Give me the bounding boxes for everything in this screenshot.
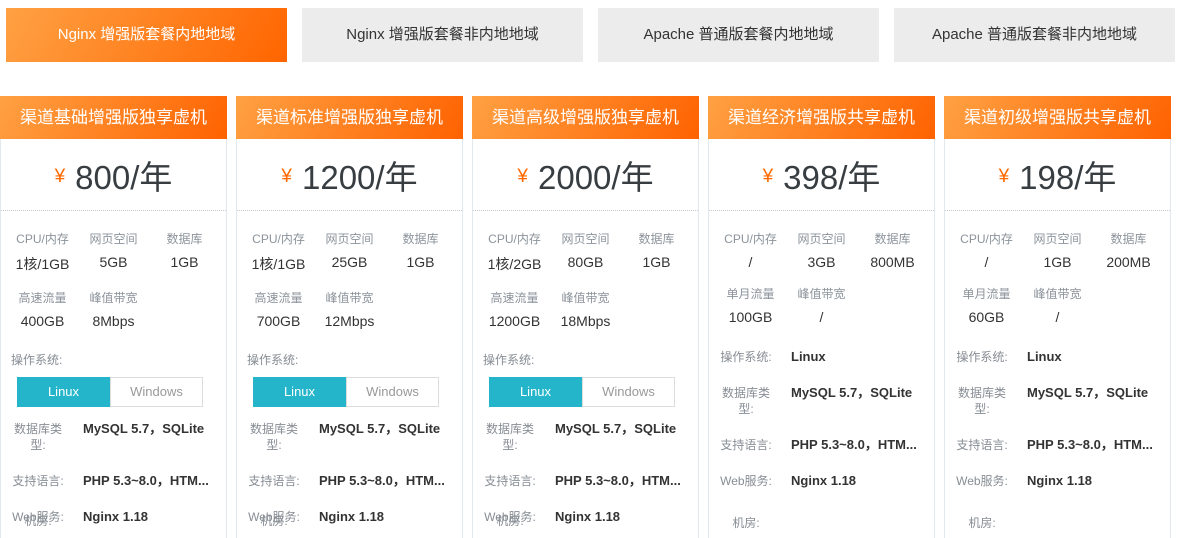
plan-title: 渠道初级增强版共享虚机 xyxy=(944,96,1171,139)
plan-price: ¥ 198/年 xyxy=(945,139,1170,211)
os-toggle-windows[interactable]: Windows xyxy=(346,377,439,407)
currency-symbol: ¥ xyxy=(517,166,528,188)
plan-card-entry: 渠道初级增强版共享虚机 ¥ 198/年 CPU/内存 / 网页空间 1GB 数据… xyxy=(944,96,1171,538)
currency-symbol: ¥ xyxy=(281,166,292,188)
os-toggle-linux[interactable]: Linux xyxy=(253,377,346,407)
tab-nginx-enhanced-mainland[interactable]: Nginx 增强版套餐内地地域 xyxy=(6,8,287,62)
detail-row-languages: 支持语言: PHP 5.3~8.0，HTM... xyxy=(237,473,462,489)
plan-title: 渠道高级增强版独享虚机 xyxy=(472,96,699,139)
detail-row-languages: 支持语言: PHP 5.3~8.0，HTM... xyxy=(473,473,698,489)
currency-symbol: ¥ xyxy=(999,166,1010,188)
spec-item: 网页空间 5GB xyxy=(78,215,149,274)
spec-item: 网页空间 25GB xyxy=(314,215,385,274)
price-value: 398/年 xyxy=(783,151,880,199)
spec-item: 高速流量 700GB xyxy=(243,274,314,329)
detail-row-languages: 支持语言: PHP 5.3~8.0，HTM... xyxy=(1,473,226,489)
spec-item: CPU/内存 1核/2GB xyxy=(479,215,550,274)
plan-price: ¥ 800/年 xyxy=(1,139,226,211)
spec-item: CPU/内存 1核/1GB xyxy=(243,215,314,274)
os-toggle-linux[interactable]: Linux xyxy=(17,377,110,407)
detail-row-database-type: 数据库类型: MySQL 5.7，SQLite xyxy=(945,385,1170,417)
detail-row-os: 操作系统: Linux xyxy=(945,349,1170,365)
pricing-page: Nginx 增强版套餐内地地域 Nginx 增强版套餐非内地地域 Apache … xyxy=(0,0,1179,538)
detail-row-languages: 支持语言: PHP 5.3~8.0，HTM... xyxy=(945,437,1170,453)
detail-row-web-service: Web服务: Nginx 1.18 xyxy=(945,473,1170,489)
plan-price: ¥ 1200/年 xyxy=(237,139,462,211)
plan-card-standard: 渠道标准增强版独享虚机 ¥ 1200/年 CPU/内存 1核/1GB 网页空间 … xyxy=(236,96,463,538)
spec-item: 高速流量 400GB xyxy=(7,274,78,329)
detail-row-languages: 支持语言: PHP 5.3~8.0，HTM... xyxy=(709,437,934,453)
detail-row-database-type: 数据库类型: MySQL 5.7，SQLite xyxy=(1,421,226,453)
spec-grid: CPU/内存 / 网页空间 3GB 数据库 800MB 单月流量 100GB 峰… xyxy=(709,211,934,331)
spec-grid: CPU/内存 1核/1GB 网页空间 25GB 数据库 1GB 高速流量 700… xyxy=(237,211,462,335)
spec-item: 数据库 200MB xyxy=(1093,215,1164,270)
spec-item: 峰值带宽 18Mbps xyxy=(550,274,621,329)
spec-item: 数据库 1GB xyxy=(149,215,220,274)
os-toggle-windows[interactable]: Windows xyxy=(110,377,203,407)
detail-row-os: 操作系统: Linux xyxy=(709,349,934,365)
spec-item: 峰值带宽 / xyxy=(786,270,857,325)
plan-price: ¥ 398/年 xyxy=(709,139,934,211)
spec-item: 数据库 1GB xyxy=(385,215,456,274)
spec-item: 单月流量 60GB xyxy=(951,270,1022,325)
spec-item: 网页空间 80GB xyxy=(550,215,621,274)
detail-row-datacenter: 机房: xyxy=(945,515,1170,531)
os-label: 操作系统: xyxy=(237,351,462,368)
spec-grid: CPU/内存 1核/1GB 网页空间 5GB 数据库 1GB 高速流量 400G… xyxy=(1,211,226,335)
detail-row-datacenter: 机房: xyxy=(709,515,934,531)
spec-item: CPU/内存 1核/1GB xyxy=(7,215,78,274)
os-toggle-linux[interactable]: Linux xyxy=(489,377,582,407)
plan-title: 渠道基础增强版独享虚机 xyxy=(0,96,227,139)
spec-item: 峰值带宽 8Mbps xyxy=(78,274,149,329)
os-toggle: Linux Windows xyxy=(253,377,439,407)
currency-symbol: ¥ xyxy=(763,166,774,188)
spec-item: 网页空间 1GB xyxy=(1022,215,1093,270)
detail-row-database-type: 数据库类型: MySQL 5.7，SQLite xyxy=(237,421,462,453)
spec-item: 网页空间 3GB xyxy=(786,215,857,270)
price-value: 2000/年 xyxy=(538,151,654,199)
detail-row-database-type: 数据库类型: MySQL 5.7，SQLite xyxy=(473,421,698,453)
os-toggle: Linux Windows xyxy=(17,377,203,407)
plan-price: ¥ 2000/年 xyxy=(473,139,698,211)
plan-title: 渠道标准增强版独享虚机 xyxy=(236,96,463,139)
spec-item: 单月流量 100GB xyxy=(715,270,786,325)
pricing-tabs: Nginx 增强版套餐内地地域 Nginx 增强版套餐非内地地域 Apache … xyxy=(0,0,1179,62)
plan-card-advanced: 渠道高级增强版独享虚机 ¥ 2000/年 CPU/内存 1核/2GB 网页空间 … xyxy=(472,96,699,538)
tab-apache-standard-nonmainland[interactable]: Apache 普通版套餐非内地地域 xyxy=(894,8,1175,62)
price-value: 1200/年 xyxy=(302,151,418,199)
os-label: 操作系统: xyxy=(473,351,698,368)
os-toggle-windows[interactable]: Windows xyxy=(582,377,675,407)
spec-grid: CPU/内存 / 网页空间 1GB 数据库 200MB 单月流量 60GB 峰值… xyxy=(945,211,1170,331)
price-value: 198/年 xyxy=(1019,151,1116,199)
detail-row-database-type: 数据库类型: MySQL 5.7，SQLite xyxy=(709,385,934,417)
plan-card-economy: 渠道经济增强版共享虚机 ¥ 398/年 CPU/内存 / 网页空间 3GB 数据… xyxy=(708,96,935,538)
spec-grid: CPU/内存 1核/2GB 网页空间 80GB 数据库 1GB 高速流量 120… xyxy=(473,211,698,335)
spec-item: 高速流量 1200GB xyxy=(479,274,550,329)
plan-title: 渠道经济增强版共享虚机 xyxy=(708,96,935,139)
plan-cards: 渠道基础增强版独享虚机 ¥ 800/年 CPU/内存 1核/1GB 网页空间 5… xyxy=(0,96,1179,538)
currency-symbol: ¥ xyxy=(55,166,66,188)
detail-row-web-service: Web服务: Nginx 1.18 xyxy=(709,473,934,489)
tab-apache-standard-mainland[interactable]: Apache 普通版套餐内地地域 xyxy=(598,8,879,62)
spec-item: 数据库 1GB xyxy=(621,215,692,274)
os-toggle: Linux Windows xyxy=(489,377,675,407)
spec-item: 峰值带宽 12Mbps xyxy=(314,274,385,329)
spec-item: 峰值带宽 / xyxy=(1022,270,1093,325)
spec-item: CPU/内存 / xyxy=(951,215,1022,270)
plan-card-basic: 渠道基础增强版独享虚机 ¥ 800/年 CPU/内存 1核/1GB 网页空间 5… xyxy=(0,96,227,538)
price-value: 800/年 xyxy=(75,151,172,199)
spec-item: CPU/内存 / xyxy=(715,215,786,270)
spec-item: 数据库 800MB xyxy=(857,215,928,270)
os-label: 操作系统: xyxy=(1,351,226,368)
tab-nginx-enhanced-nonmainland[interactable]: Nginx 增强版套餐非内地地域 xyxy=(302,8,583,62)
